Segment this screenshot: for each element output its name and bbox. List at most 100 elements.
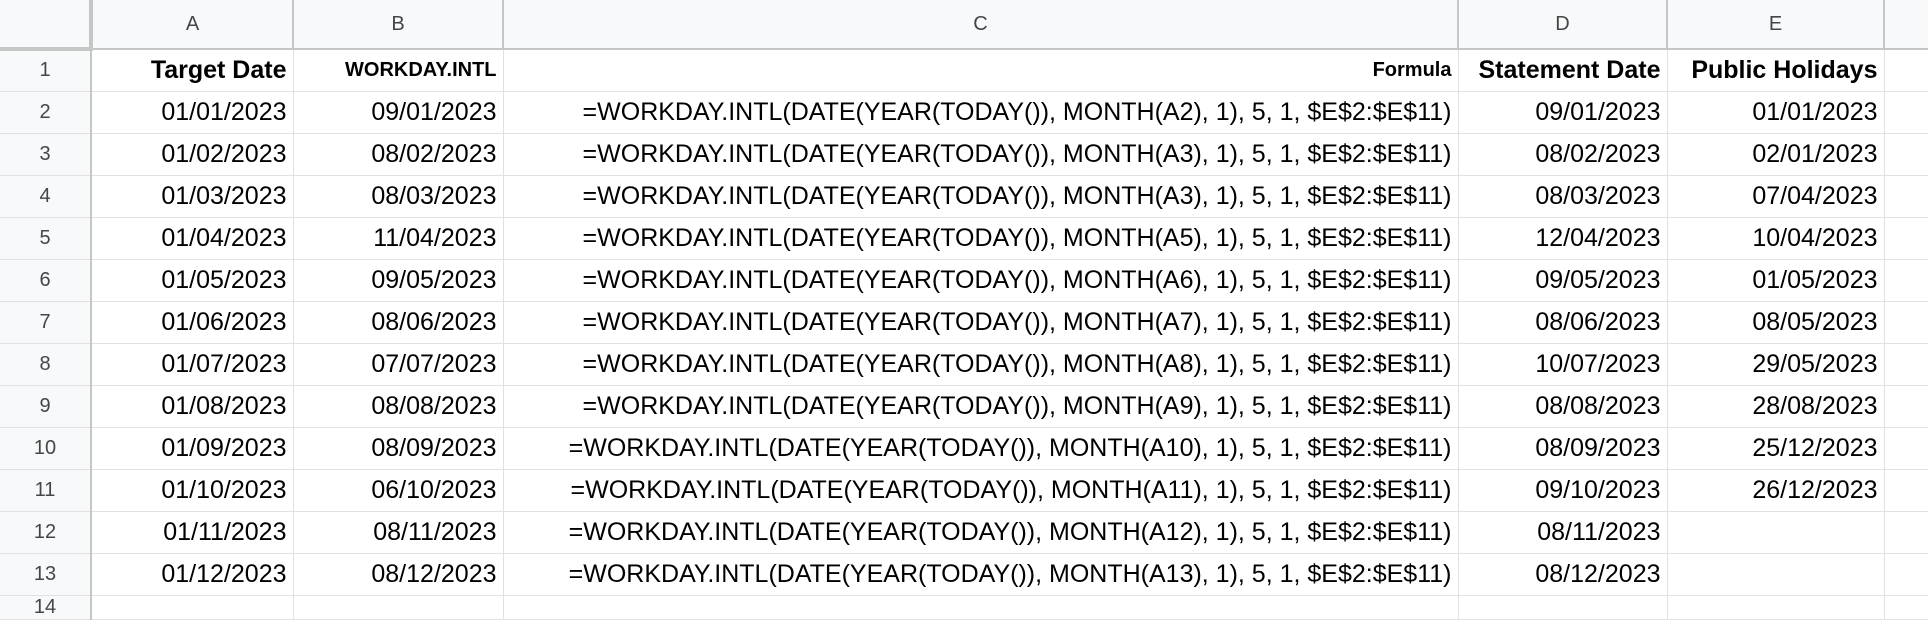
cell-overflow[interactable] [1884, 91, 1928, 134]
cell-a1[interactable]: Target Date [91, 49, 294, 92]
cell-c[interactable]: =WORKDAY.INTL(DATE(YEAR(TODAY()), MONTH(… [503, 301, 1459, 344]
empty-cell[interactable] [293, 595, 504, 620]
cell-e1[interactable]: Public Holidays [1667, 49, 1885, 92]
cell-overflow[interactable] [1884, 259, 1928, 302]
cell-a[interactable]: 01/07/2023 [91, 343, 294, 386]
empty-cell[interactable] [1458, 595, 1668, 620]
cell-d[interactable]: 08/11/2023 [1458, 511, 1668, 554]
column-header-c[interactable]: C [503, 0, 1459, 50]
cell-b[interactable]: 08/06/2023 [293, 301, 504, 344]
cell-e[interactable] [1667, 553, 1885, 596]
row-header[interactable]: 4 [0, 175, 92, 218]
cell-c[interactable]: =WORKDAY.INTL(DATE(YEAR(TODAY()), MONTH(… [503, 343, 1459, 386]
cell-e[interactable]: 25/12/2023 [1667, 427, 1885, 470]
cell-c[interactable]: =WORKDAY.INTL(DATE(YEAR(TODAY()), MONTH(… [503, 91, 1459, 134]
cell-a[interactable]: 01/01/2023 [91, 91, 294, 134]
cell-e[interactable]: 29/05/2023 [1667, 343, 1885, 386]
cell-c[interactable]: =WORKDAY.INTL(DATE(YEAR(TODAY()), MONTH(… [503, 175, 1459, 218]
cell-c[interactable]: =WORKDAY.INTL(DATE(YEAR(TODAY()), MONTH(… [503, 133, 1459, 176]
cell-e[interactable] [1667, 511, 1885, 554]
empty-cell[interactable] [91, 595, 294, 620]
cell-e[interactable]: 08/05/2023 [1667, 301, 1885, 344]
cell-a[interactable]: 01/06/2023 [91, 301, 294, 344]
row-header[interactable]: 12 [0, 511, 92, 554]
cell-c[interactable]: =WORKDAY.INTL(DATE(YEAR(TODAY()), MONTH(… [503, 553, 1459, 596]
cell-d[interactable]: 09/01/2023 [1458, 91, 1668, 134]
column-header-overflow[interactable] [1884, 0, 1928, 50]
cell-overflow[interactable] [1884, 217, 1928, 260]
cell-overflow[interactable] [1884, 133, 1928, 176]
cell-overflow[interactable] [1884, 553, 1928, 596]
row-header[interactable]: 3 [0, 133, 92, 176]
cell-c[interactable]: =WORKDAY.INTL(DATE(YEAR(TODAY()), MONTH(… [503, 511, 1459, 554]
cell-overflow[interactable] [1884, 175, 1928, 218]
cell-c[interactable]: =WORKDAY.INTL(DATE(YEAR(TODAY()), MONTH(… [503, 385, 1459, 428]
column-header-a[interactable]: A [91, 0, 294, 50]
cell-a[interactable]: 01/08/2023 [91, 385, 294, 428]
cell-b[interactable]: 06/10/2023 [293, 469, 504, 512]
cell-overflow[interactable] [1884, 49, 1928, 92]
cell-e[interactable]: 07/04/2023 [1667, 175, 1885, 218]
row-header[interactable]: 9 [0, 385, 92, 428]
cell-d[interactable]: 08/09/2023 [1458, 427, 1668, 470]
cell-b[interactable]: 08/12/2023 [293, 553, 504, 596]
row-header[interactable]: 7 [0, 301, 92, 344]
cell-d[interactable]: 08/06/2023 [1458, 301, 1668, 344]
cell-d[interactable]: 08/02/2023 [1458, 133, 1668, 176]
row-header[interactable]: 8 [0, 343, 92, 386]
row-header[interactable]: 6 [0, 259, 92, 302]
cell-d[interactable]: 10/07/2023 [1458, 343, 1668, 386]
cell-b[interactable]: 08/02/2023 [293, 133, 504, 176]
row-header[interactable]: 5 [0, 217, 92, 260]
cell-a[interactable]: 01/12/2023 [91, 553, 294, 596]
cell-overflow[interactable] [1884, 385, 1928, 428]
cell-c[interactable]: =WORKDAY.INTL(DATE(YEAR(TODAY()), MONTH(… [503, 217, 1459, 260]
cell-b[interactable]: 08/03/2023 [293, 175, 504, 218]
cell-b[interactable]: 08/11/2023 [293, 511, 504, 554]
cell-d1[interactable]: Statement Date [1458, 49, 1668, 92]
cell-c[interactable]: =WORKDAY.INTL(DATE(YEAR(TODAY()), MONTH(… [503, 259, 1459, 302]
row-header[interactable]: 10 [0, 427, 92, 470]
cell-a[interactable]: 01/03/2023 [91, 175, 294, 218]
cell-d[interactable]: 08/12/2023 [1458, 553, 1668, 596]
cell-a[interactable]: 01/10/2023 [91, 469, 294, 512]
cell-a[interactable]: 01/02/2023 [91, 133, 294, 176]
row-header[interactable]: 13 [0, 553, 92, 596]
cell-overflow[interactable] [1884, 343, 1928, 386]
cell-d[interactable]: 08/08/2023 [1458, 385, 1668, 428]
cell-d[interactable]: 09/05/2023 [1458, 259, 1668, 302]
column-header-d[interactable]: D [1458, 0, 1668, 50]
cell-e[interactable]: 01/05/2023 [1667, 259, 1885, 302]
cell-overflow[interactable] [1884, 301, 1928, 344]
cell-b[interactable]: 09/01/2023 [293, 91, 504, 134]
row-header[interactable]: 2 [0, 91, 92, 134]
row-header[interactable]: 14 [0, 595, 92, 620]
cell-d[interactable]: 12/04/2023 [1458, 217, 1668, 260]
cell-c[interactable]: =WORKDAY.INTL(DATE(YEAR(TODAY()), MONTH(… [503, 427, 1459, 470]
cell-c[interactable]: =WORKDAY.INTL(DATE(YEAR(TODAY()), MONTH(… [503, 469, 1459, 512]
cell-overflow[interactable] [1884, 469, 1928, 512]
cell-e[interactable]: 28/08/2023 [1667, 385, 1885, 428]
cell-d[interactable]: 09/10/2023 [1458, 469, 1668, 512]
cell-b[interactable]: 08/09/2023 [293, 427, 504, 470]
cell-e[interactable]: 26/12/2023 [1667, 469, 1885, 512]
row-header[interactable]: 1 [0, 49, 92, 92]
cell-overflow[interactable] [1884, 427, 1928, 470]
cell-e[interactable]: 01/01/2023 [1667, 91, 1885, 134]
cell-c1[interactable]: Formula [503, 49, 1459, 92]
cell-e[interactable]: 02/01/2023 [1667, 133, 1885, 176]
cell-b[interactable]: 08/08/2023 [293, 385, 504, 428]
cell-e[interactable]: 10/04/2023 [1667, 217, 1885, 260]
column-header-b[interactable]: B [293, 0, 504, 50]
cell-a[interactable]: 01/11/2023 [91, 511, 294, 554]
column-header-e[interactable]: E [1667, 0, 1885, 50]
row-header[interactable]: 11 [0, 469, 92, 512]
cell-a[interactable]: 01/09/2023 [91, 427, 294, 470]
cell-b[interactable]: 07/07/2023 [293, 343, 504, 386]
cell-a[interactable]: 01/04/2023 [91, 217, 294, 260]
cell-overflow[interactable] [1884, 511, 1928, 554]
cell-a[interactable]: 01/05/2023 [91, 259, 294, 302]
cell-b[interactable]: 11/04/2023 [293, 217, 504, 260]
select-all-corner[interactable] [0, 0, 93, 51]
empty-cell[interactable] [503, 595, 1459, 620]
